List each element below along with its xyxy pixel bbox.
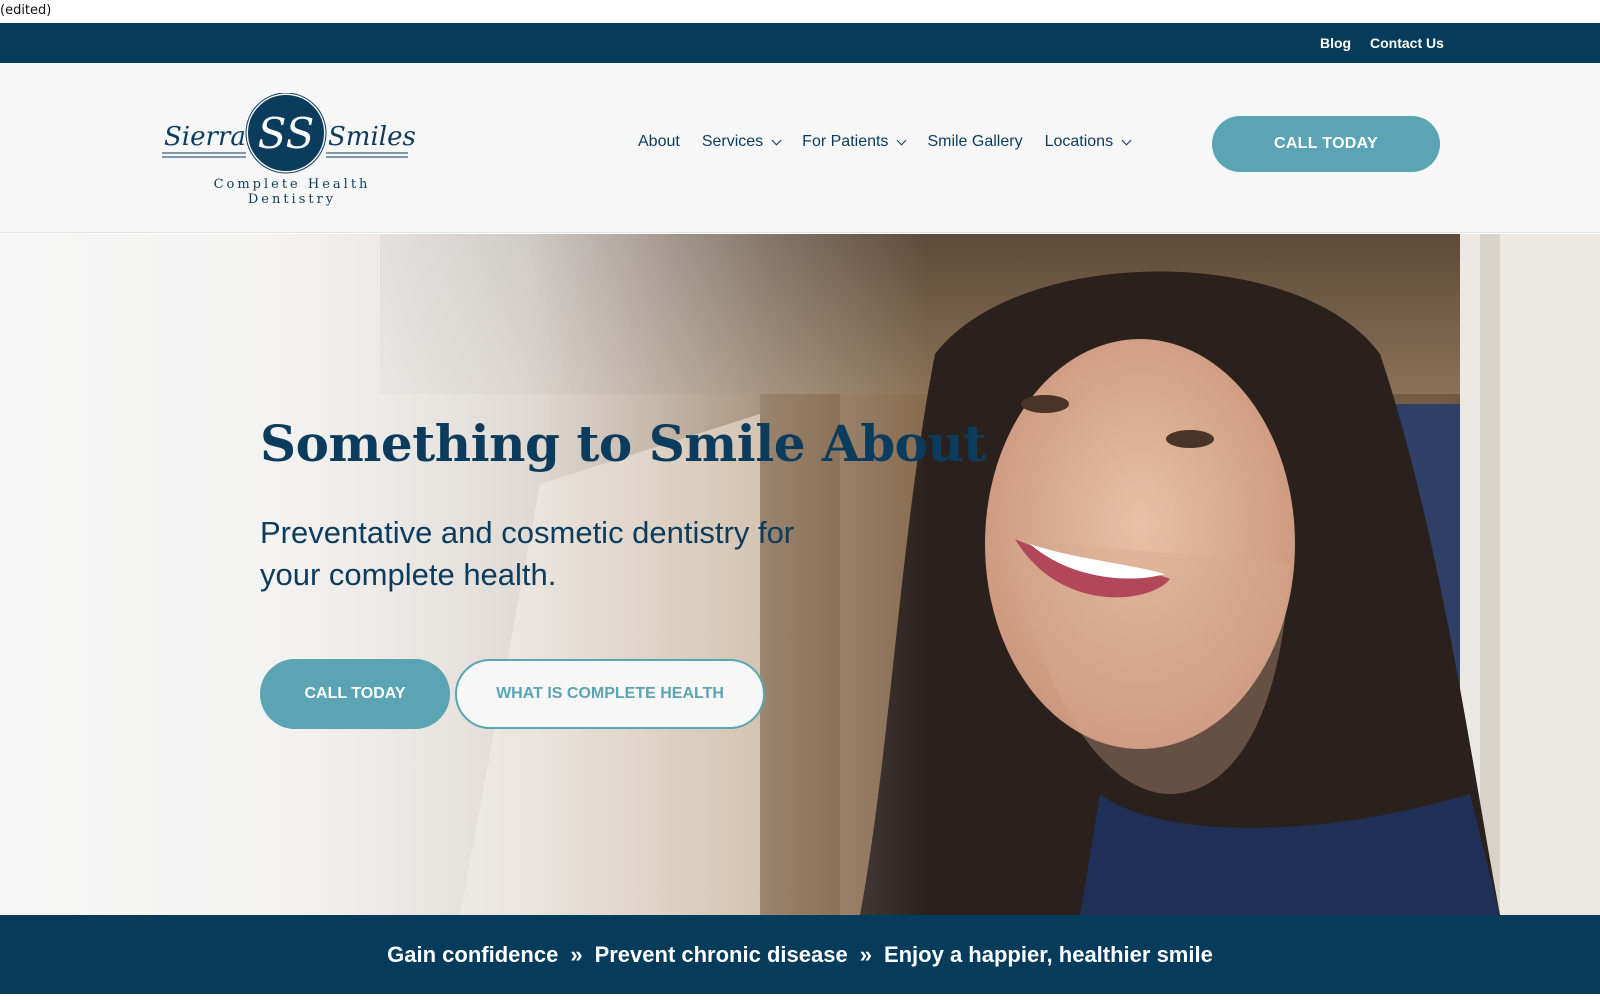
nav-item-label: About [638, 133, 680, 150]
hero-section: Something to Smile About Preventative an… [0, 234, 1600, 915]
nav-item-label: For Patients [802, 133, 889, 150]
chevron-down-icon [896, 135, 907, 145]
top-utility-bar: Blog Contact Us [0, 23, 1600, 63]
site-header: SS Sierra Smiles Complete Health Dentist… [0, 63, 1600, 233]
benefit-item: Prevent chronic disease [594, 941, 848, 967]
benefits-bar: Gain confidence » Prevent chronic diseas… [0, 915, 1600, 994]
hero-subtitle: Preventative and cosmetic dentistry for … [260, 515, 795, 592]
separator: » [570, 941, 583, 967]
logo-tagline: Complete Health Dentistry [213, 177, 371, 207]
contact-us-link[interactable]: Contact Us [1370, 35, 1444, 51]
logo-right-word: Smiles [328, 122, 416, 152]
blog-link[interactable]: Blog [1320, 35, 1351, 51]
hero-title: Something to Smile About [260, 414, 986, 473]
logo-graphic: SS Sierra Smiles [162, 93, 416, 174]
nav-item-label: Locations [1044, 133, 1114, 150]
site-logo[interactable]: SS Sierra Smiles Complete Health Dentist… [160, 93, 420, 207]
benefit-item: Gain confidence [387, 941, 559, 967]
nav-item-about[interactable]: About [638, 133, 680, 151]
benefit-item: Enjoy a happier, healthier smile [883, 941, 1213, 967]
nav-item-label: Services [701, 133, 764, 150]
chevron-down-icon [771, 135, 782, 145]
nav-item-locations[interactable]: Locations [1044, 133, 1132, 151]
nav-item-for-patients[interactable]: For Patients [802, 133, 907, 151]
main-nav: About Services For Patients Smile Galler… [638, 133, 1152, 151]
logo-monogram: SS [258, 109, 315, 158]
what-is-complete-health-button[interactable]: WHAT IS COMPLETE HEALTH [455, 659, 765, 729]
chevron-down-icon [1121, 135, 1132, 145]
call-today-header-button[interactable]: CALL TODAY [1212, 116, 1440, 172]
call-today-hero-button[interactable]: CALL TODAY [260, 659, 450, 729]
nav-item-label: Smile Gallery [927, 133, 1023, 150]
nav-item-services[interactable]: Services [701, 133, 782, 151]
logo-left-word: Sierra [164, 122, 246, 152]
separator: » [859, 941, 872, 967]
edited-note: (edited) [0, 3, 52, 18]
nav-item-smile-gallery[interactable]: Smile Gallery [927, 133, 1022, 151]
